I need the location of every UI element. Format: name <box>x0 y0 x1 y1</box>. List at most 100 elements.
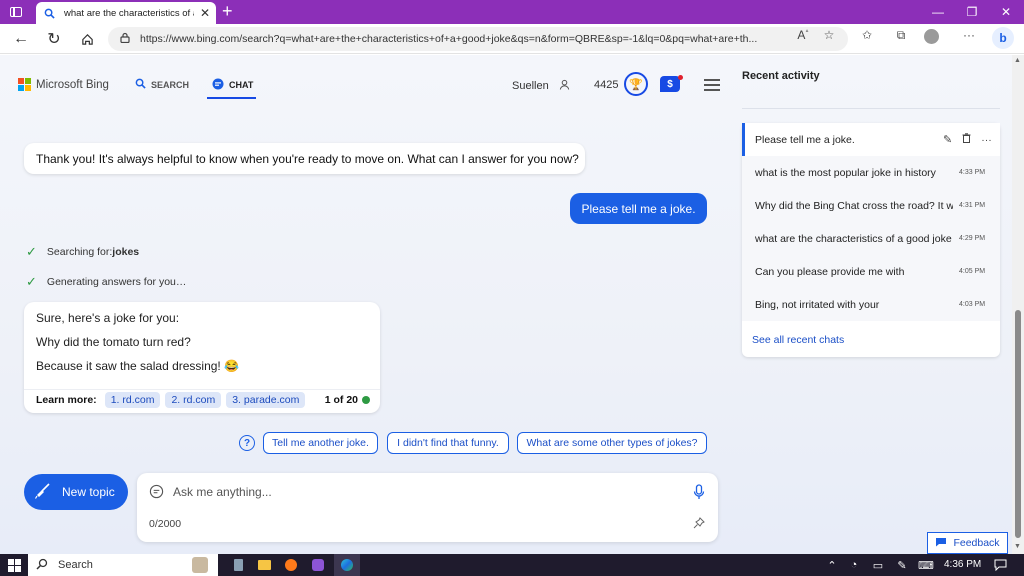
tab-search[interactable]: SEARCH <box>135 78 189 91</box>
ask-input[interactable] <box>173 483 653 501</box>
suggestion-chip[interactable]: What are some other types of jokes? <box>517 432 707 454</box>
keyboard-icon[interactable]: ⌨ <box>918 557 934 573</box>
notifications-icon[interactable] <box>992 557 1008 573</box>
recent-chat-item[interactable]: what are the characteristics of a good j… <box>742 222 1000 255</box>
scroll-down-icon[interactable]: ▼ <box>1014 543 1021 550</box>
recent-chat-item[interactable]: Why did the Bing Chat cross the road? It… <box>742 189 1000 222</box>
new-topic-label: New topic <box>62 485 115 499</box>
source-link[interactable]: 1. rd.com <box>104 391 161 408</box>
address-bar[interactable]: https://www.bing.com/search?q=what+are+t… <box>108 27 848 51</box>
learn-more-label: Learn more: <box>36 393 97 406</box>
collections-icon[interactable]: ⧉ <box>892 28 910 44</box>
user-account[interactable]: Suellen <box>512 79 570 93</box>
recent-chat-text: Please tell me a joke. <box>755 133 855 146</box>
favorites-icon[interactable]: ✩ <box>858 28 876 44</box>
lock-icon <box>120 32 130 46</box>
bing-search-favicon-icon <box>42 6 56 20</box>
back-arrow-icon[interactable]: ← <box>10 28 32 50</box>
bing-chat-sidebar-icon[interactable]: b <box>992 27 1014 49</box>
broom-icon <box>34 482 52 503</box>
recent-chat-text: what is the most popular joke in history <box>755 166 936 179</box>
search-status-prefix: Searching for: <box>46 246 113 258</box>
search-icon <box>135 78 146 91</box>
source-link[interactable]: 2. rd.com <box>165 391 222 408</box>
more-options-icon[interactable]: ··· <box>981 134 992 146</box>
recent-chat-item[interactable]: Please tell me a joke. ✎ ··· <box>742 123 1000 156</box>
read-aloud-icon[interactable]: Aᐞ <box>794 28 812 44</box>
search-status-term: jokes <box>112 246 140 258</box>
user-message-text: Please tell me a joke. <box>581 201 696 216</box>
more-options-icon[interactable]: ··· <box>960 28 978 44</box>
edge-icon[interactable] <box>339 557 355 573</box>
browser-title-bar: what are the characteristics of a go ✕ +… <box>0 0 1024 24</box>
page-scrollbar[interactable]: ▲ ▼ <box>1012 55 1024 554</box>
microsoft-logo-icon <box>18 78 31 91</box>
profile-avatar[interactable] <box>924 29 942 45</box>
question-mark-icon[interactable]: ? <box>239 435 255 451</box>
show-hidden-icons-chevron-icon[interactable]: ⌃ <box>824 557 840 573</box>
person-icon <box>559 79 570 93</box>
recent-chat-time: 4:31 PM <box>959 202 986 209</box>
browser-tab[interactable]: what are the characteristics of a go ✕ <box>36 2 216 24</box>
new-tab-icon[interactable]: + <box>222 2 233 20</box>
source-link[interactable]: 3. parade.com <box>226 391 306 408</box>
taskbar-search-box[interactable]: Search <box>28 554 218 576</box>
trash-icon[interactable] <box>962 133 971 146</box>
add-favorite-icon[interactable]: ☆ <box>820 28 838 44</box>
edit-pencil-icon[interactable]: ✎ <box>943 133 952 146</box>
minimize-icon[interactable]: — <box>920 0 956 24</box>
calculator-icon[interactable] <box>230 557 246 573</box>
status-dot-icon <box>362 395 370 404</box>
firefox-icon[interactable] <box>283 557 299 573</box>
url-text: https://www.bing.com/search?q=what+are+t… <box>140 33 758 45</box>
windows-start-icon[interactable] <box>6 557 22 573</box>
recent-chat-time: 4:05 PM <box>959 268 986 275</box>
microphone-icon[interactable] <box>693 484 705 503</box>
feedback-label: Feedback <box>953 537 1000 549</box>
rewards-points[interactable]: 4425 <box>594 79 618 91</box>
see-all-recent-chats-link[interactable]: See all recent chats <box>752 334 844 346</box>
recent-chats-list: Please tell me a joke. ✎ ··· what is the… <box>742 123 1000 357</box>
suggestion-chip[interactable]: I didn't find that funny. <box>387 432 509 454</box>
response-count-text: 1 of 20 <box>324 393 358 406</box>
recent-chat-item[interactable]: Can you please provide me with 4:05 PM <box>742 255 1000 288</box>
pen-icon[interactable]: ✎ <box>894 557 910 573</box>
home-icon[interactable] <box>76 28 98 50</box>
pin-icon[interactable] <box>693 517 705 532</box>
recent-chat-text: what are the characteristics of a good j… <box>755 232 952 245</box>
recent-activity-title: Recent activity <box>742 70 820 82</box>
trophy-icon[interactable]: 🏆 <box>624 72 648 96</box>
file-explorer-icon[interactable] <box>256 557 272 573</box>
new-topic-button[interactable]: New topic <box>24 474 128 510</box>
display-icon[interactable]: ▭ <box>870 557 886 573</box>
response-counter: 1 of 20 <box>325 394 370 406</box>
recent-chat-text: Bing, not irritated with your <box>755 298 880 311</box>
tab-chat[interactable]: CHAT <box>212 78 253 92</box>
hamburger-menu-icon[interactable] <box>704 79 720 94</box>
search-status: ✓ Searching for: jokes <box>26 244 139 260</box>
suggestion-chip[interactable]: Tell me another joke. <box>263 432 378 454</box>
app-icon[interactable] <box>310 557 326 573</box>
notification-dot <box>678 75 683 80</box>
generating-status-text: Generating answers for you… <box>46 276 187 288</box>
feedback-button[interactable]: Feedback <box>927 532 1008 554</box>
character-count: 0/2000 <box>149 518 182 530</box>
close-window-icon[interactable]: ✕ <box>988 0 1024 24</box>
recent-chat-item[interactable]: what is the most popular joke in history… <box>742 156 1000 189</box>
microsoft-bing-logo[interactable]: Microsoft Bing <box>18 78 109 91</box>
scrollbar-thumb[interactable] <box>1015 310 1021 538</box>
network-icon[interactable]: ◔ <box>846 557 862 573</box>
tab-close-icon[interactable]: ✕ <box>200 6 210 20</box>
scroll-up-icon[interactable]: ▲ <box>1014 57 1021 64</box>
window-menu-icon[interactable] <box>8 4 24 20</box>
restore-icon[interactable]: ❐ <box>954 0 990 24</box>
user-message: Please tell me a joke. <box>570 193 707 224</box>
recent-chat-item[interactable]: Bing, not irritated with your 4:03 PM <box>742 288 1000 321</box>
taskbar-clock[interactable]: 4:36 PM <box>944 559 981 570</box>
answer-line: Why did the tomato turn red? <box>36 335 191 349</box>
search-highlight-icon <box>192 557 208 573</box>
tab-chat-label: CHAT <box>229 80 254 90</box>
rewards-dollar-icon[interactable]: $ <box>660 76 680 92</box>
refresh-icon[interactable]: ↻ <box>43 28 65 50</box>
chat-bubble-icon <box>149 484 164 502</box>
